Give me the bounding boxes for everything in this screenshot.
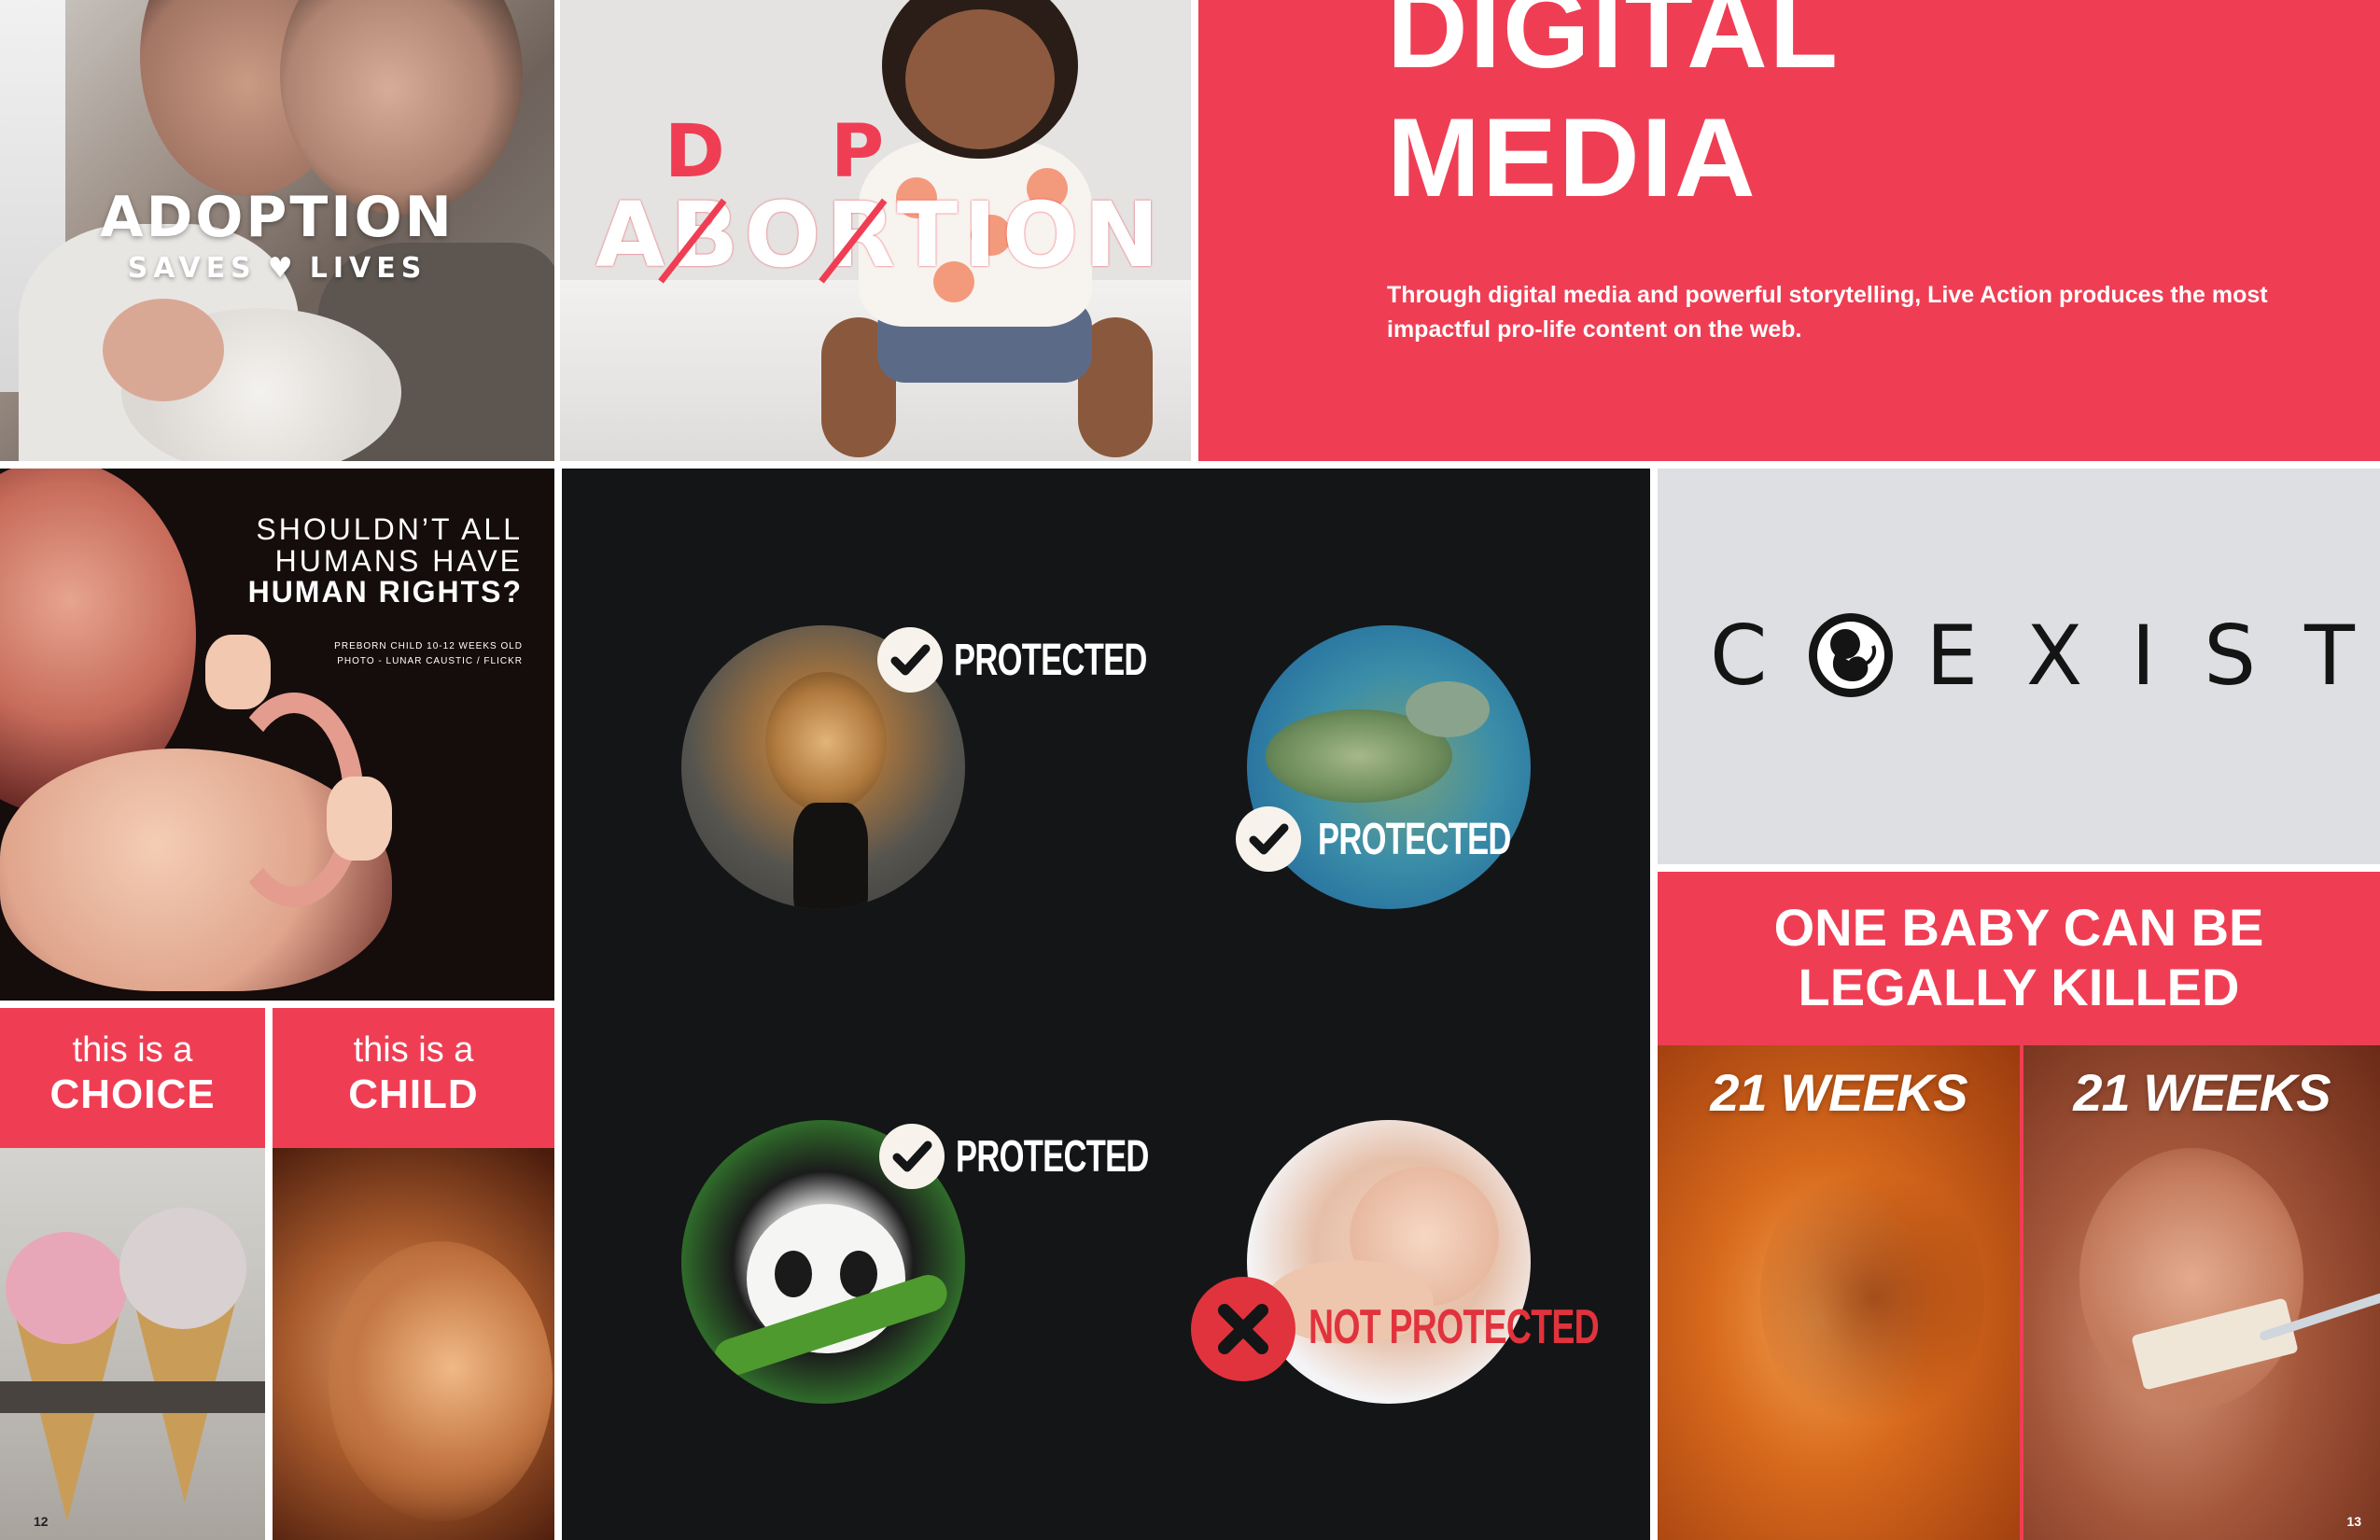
check-icon xyxy=(890,644,931,676)
protected-label: PROTECTED xyxy=(1318,815,1511,864)
turtle-head xyxy=(1406,681,1490,737)
digital-media-heading: DIGITAL MEDIA xyxy=(1387,0,1840,222)
choice-prefix: this is a xyxy=(72,1030,193,1070)
fetus-hand xyxy=(327,777,392,861)
check-icon xyxy=(892,1141,932,1172)
ultrasound-face xyxy=(329,1241,553,1521)
coexist-letter-c: C xyxy=(1710,607,1768,704)
child-word: CHILD xyxy=(348,1071,479,1117)
protected-label: PROTECTED xyxy=(954,636,1147,685)
heading-line-1: DIGITAL xyxy=(1387,0,1841,91)
mother-figure xyxy=(280,0,523,215)
check-badge xyxy=(877,627,943,693)
digital-media-description: Through digital media and powerful story… xyxy=(1387,282,2268,343)
page-number-right: 13 xyxy=(2346,1514,2361,1529)
wordplay-tile: ABORTION D P xyxy=(560,0,1191,461)
cone-rack xyxy=(0,1381,265,1413)
fetus-icon xyxy=(1809,613,1894,697)
child-tile: this is a CHILD xyxy=(273,1008,554,1540)
ultrasound-shadow xyxy=(1760,1157,1984,1437)
rights-line-3: HUMAN RIGHTS? xyxy=(247,575,523,609)
adoption-title: ADOPTION xyxy=(100,185,455,250)
child-prefix: this is a xyxy=(353,1030,474,1070)
smiling-toddler-figure xyxy=(905,9,1055,149)
rights-line-2: HUMANS HAVE xyxy=(274,544,523,578)
newborn-figure xyxy=(103,299,224,401)
x-icon xyxy=(1218,1304,1268,1354)
tagline-left: SAVES xyxy=(127,252,257,285)
photo-caption: PREBORN CHILD 10-12 WEEKS OLD PHOTO - LU… xyxy=(334,639,523,669)
rights-question: SHOULDN’T ALL HUMANS HAVE xyxy=(256,513,523,577)
caption-line-2: PHOTO - LUNAR CAUSTIC / FLICKR xyxy=(337,656,523,666)
human-rights-tile: SHOULDN’T ALL HUMANS HAVE HUMAN RIGHTS? … xyxy=(0,469,554,1001)
heading-line-2: MEDIA xyxy=(1387,95,1757,220)
lion-chest xyxy=(793,803,868,909)
cookies-cream-scoop xyxy=(119,1208,246,1329)
tagline-right: LIVES xyxy=(309,252,427,285)
heading-line-2: LEGALLY KILLED xyxy=(1798,958,2240,1016)
lion-mane xyxy=(765,672,887,812)
heart-icon: ♥ xyxy=(267,252,299,285)
panda-eye-patch xyxy=(775,1251,812,1297)
strawberry-scoop xyxy=(6,1232,127,1344)
adoption-tagline: SAVES ♥ LIVES xyxy=(0,252,554,285)
rights-line-1: SHOULDN’T ALL xyxy=(256,512,523,546)
heading-line-1: ONE BABY CAN BE xyxy=(1773,898,2264,957)
protected-label: PROTECTED xyxy=(956,1132,1149,1182)
ultrasound-21-weeks-photo: 21 WEEKS xyxy=(1658,1045,2020,1540)
premature-baby-21-weeks-photo: 21 WEEKS 13 xyxy=(2023,1045,2380,1540)
not-protected-label: NOT PROTECTED xyxy=(1309,1300,1600,1354)
weeks-label-left: 21 WEEKS xyxy=(1710,1063,1967,1122)
choice-header: this is a CHOICE xyxy=(0,1008,265,1148)
abortion-word: ABORTION xyxy=(595,183,1165,287)
check-badge xyxy=(1236,806,1301,872)
coexist-letters: EXIST xyxy=(1925,607,2380,704)
panda-eye-patch xyxy=(840,1251,877,1297)
legally-killed-heading: ONE BABY CAN BE LEGALLY KILLED xyxy=(1658,898,2380,1017)
coexist-wordmark: C EXIST xyxy=(1710,604,2380,707)
check-icon xyxy=(1249,823,1289,855)
fetus-hand xyxy=(205,635,271,709)
adoption-tile: ADOPTION SAVES ♥ LIVES xyxy=(0,0,554,461)
digital-media-tile: DIGITAL MEDIA Through digital media and … xyxy=(1198,0,2380,461)
choice-word: CHOICE xyxy=(49,1071,216,1117)
protected-comparison-tile: PROTECTED PROTECTED PROTECTED NOT PROTEC… xyxy=(562,469,1650,1540)
caption-line-1: PREBORN CHILD 10-12 WEEKS OLD xyxy=(334,641,523,651)
replacement-letter-p: P xyxy=(831,110,885,194)
check-badge xyxy=(879,1124,945,1189)
child-header: this is a CHILD xyxy=(273,1008,554,1148)
legally-killed-tile: ONE BABY CAN BE LEGALLY KILLED 21 WEEKS … xyxy=(1658,872,2380,1540)
choice-tile: this is a CHOICE 12 xyxy=(0,1008,265,1540)
weeks-label-right: 21 WEEKS xyxy=(2073,1063,2331,1122)
x-badge xyxy=(1191,1277,1295,1381)
coexist-tile: C EXIST xyxy=(1658,469,2380,864)
replacement-letter-d: D xyxy=(665,110,725,194)
page-number-left: 12 xyxy=(34,1514,49,1529)
